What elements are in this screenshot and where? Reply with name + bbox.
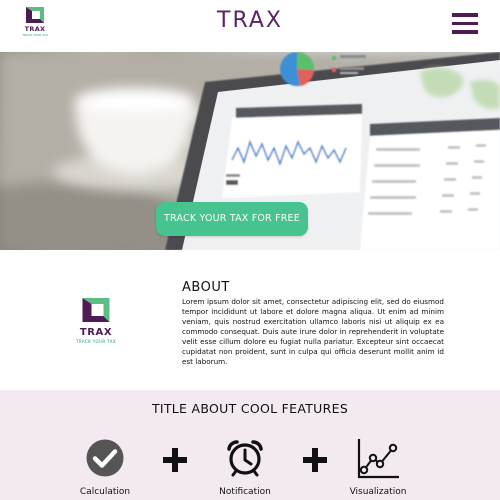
alarm-clock-icon xyxy=(227,440,263,477)
hamburger-menu-icon[interactable] xyxy=(452,13,480,37)
check-circle-icon xyxy=(86,439,124,477)
about-section: TRAX TRACK YOUR TAX ABOUT Lorem ipsum do… xyxy=(0,250,500,390)
plus-icon xyxy=(163,448,187,472)
about-logo-tagline: TRACK YOUR TAX xyxy=(76,339,116,344)
about-logo: TRAX TRACK YOUR TAX xyxy=(70,296,122,344)
header-logo-tagline: TRACK YOUR TAX xyxy=(22,33,48,37)
feature-visualization xyxy=(330,438,426,480)
feature-calculation xyxy=(57,438,153,478)
about-body-text: Lorem ipsum dolor sit amet, consectetur … xyxy=(182,297,444,366)
features-title: TITLE ABOUT COOL FEATURES xyxy=(151,401,349,416)
features-section: TITLE ABOUT COOL FEATURES Calculation No… xyxy=(0,390,500,500)
plus-icon xyxy=(303,448,327,472)
line-chart-icon xyxy=(357,439,399,479)
hero-banner: TRACK YOUR TAX FOR FREE xyxy=(0,52,500,250)
feature-label-visualization: Visualization xyxy=(349,487,407,497)
feature-label-calculation: Calculation xyxy=(79,487,131,497)
feature-notification xyxy=(197,438,293,478)
feature-label-notification: Notification xyxy=(219,487,271,497)
about-logo-name: TRAX xyxy=(79,327,113,338)
about-heading: ABOUT xyxy=(182,280,230,295)
track-tax-cta-button[interactable]: TRACK YOUR TAX FOR FREE xyxy=(156,202,308,236)
header: TRAX TRACK YOUR TAX TRAX xyxy=(0,0,500,52)
app-title: TRAX xyxy=(217,8,283,33)
trax-logo-icon xyxy=(82,298,110,322)
